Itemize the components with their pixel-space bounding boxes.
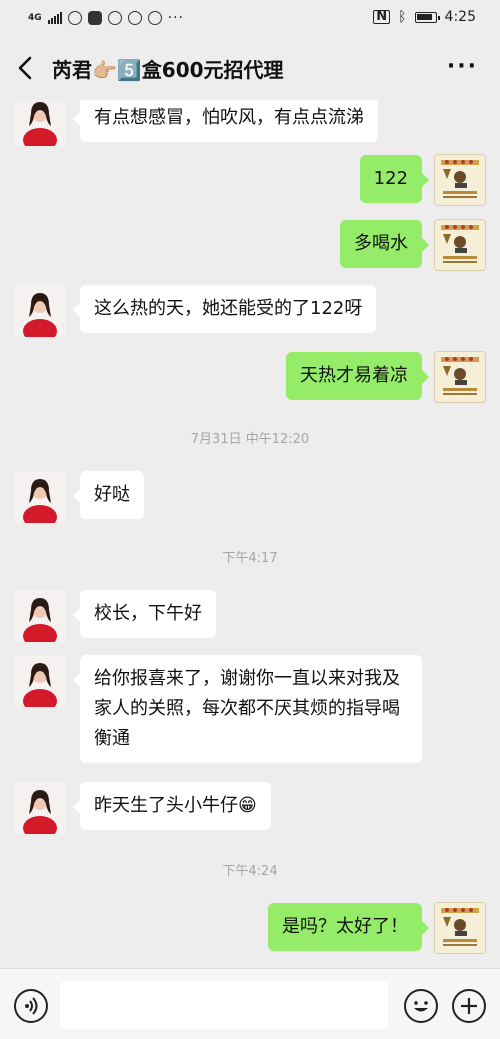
timestamp: 下午4:17 [222,551,278,566]
signal-icon [47,12,62,24]
status-right-icons: N ᛒ 4:25 [373,9,476,25]
nfc-icon: N [373,10,391,24]
user-avatar[interactable] [434,902,486,954]
bluetooth-icon: ᛒ [398,9,407,25]
status-left-icons: 4G ··· [28,10,184,26]
contact-avatar[interactable] [14,471,66,523]
chat-title: 芮君👉🏼5️⃣盒600元招代理 [52,58,284,82]
incoming-message-bubble[interactable]: 校长，下午好 [73,590,216,638]
app-icon [87,11,102,25]
contact-avatar[interactable] [14,782,66,834]
incoming-message-bubble[interactable]: 好哒 [73,471,144,519]
vpn-icon [67,11,82,25]
contact-avatar[interactable] [14,590,66,642]
contact-avatar[interactable] [14,285,66,337]
network-type: 4G [28,13,42,23]
wechat-icon [127,11,142,25]
clock: 4:25 [444,9,476,25]
contact-avatar[interactable] [14,655,66,707]
incoming-message-bubble[interactable]: 这么热的天，她还能受的了122呀 [72,285,377,333]
message-input[interactable] [60,981,388,1029]
timestamp: 7月31日 中午12:20 [190,432,310,447]
more-options-icon[interactable]: ··· [447,54,478,79]
outgoing-message-bubble[interactable]: 天热才易着凉 [286,352,429,400]
outgoing-message-bubble[interactable]: 122 [359,155,430,203]
battery-icon [414,11,440,23]
incoming-message-bubble[interactable]: 昨天生了头小牛仔😁 [73,782,271,830]
emoji-icon[interactable] [404,989,438,1023]
user-avatar[interactable] [434,154,486,206]
plus-icon[interactable] [452,989,486,1023]
incoming-message-bubble[interactable]: 有点想感冒，怕吹风，有点点流涕 [73,100,378,142]
message-list[interactable]: 有点想感冒，怕吹风，有点点流涕 122 多喝水 这么热的天，她还能受的了122呀… [0,100,500,968]
back-arrow-icon[interactable] [14,52,38,84]
voice-icon[interactable] [14,989,48,1023]
weibo-icon [107,11,122,25]
contact-avatar[interactable] [14,100,66,146]
incoming-message-bubble[interactable]: 给你报喜来了，谢谢你一直以来对我及家人的关照，每次都不厌其烦的指导喝衡通 [73,655,422,763]
status-bar: 4G ··· N ᛒ 4:25 [0,0,500,36]
outgoing-message-bubble[interactable]: 是吗？太好了！ [268,903,429,951]
status-more: ··· [167,10,185,26]
browser-icon [147,11,162,25]
outgoing-message-bubble[interactable]: 多喝水 [340,220,429,268]
input-bar [0,968,500,1039]
user-avatar[interactable] [434,219,486,271]
user-avatar[interactable] [434,351,486,403]
timestamp: 下午4:24 [222,864,278,879]
chat-header: 芮君👉🏼5️⃣盒600元招代理 ··· [0,36,500,100]
